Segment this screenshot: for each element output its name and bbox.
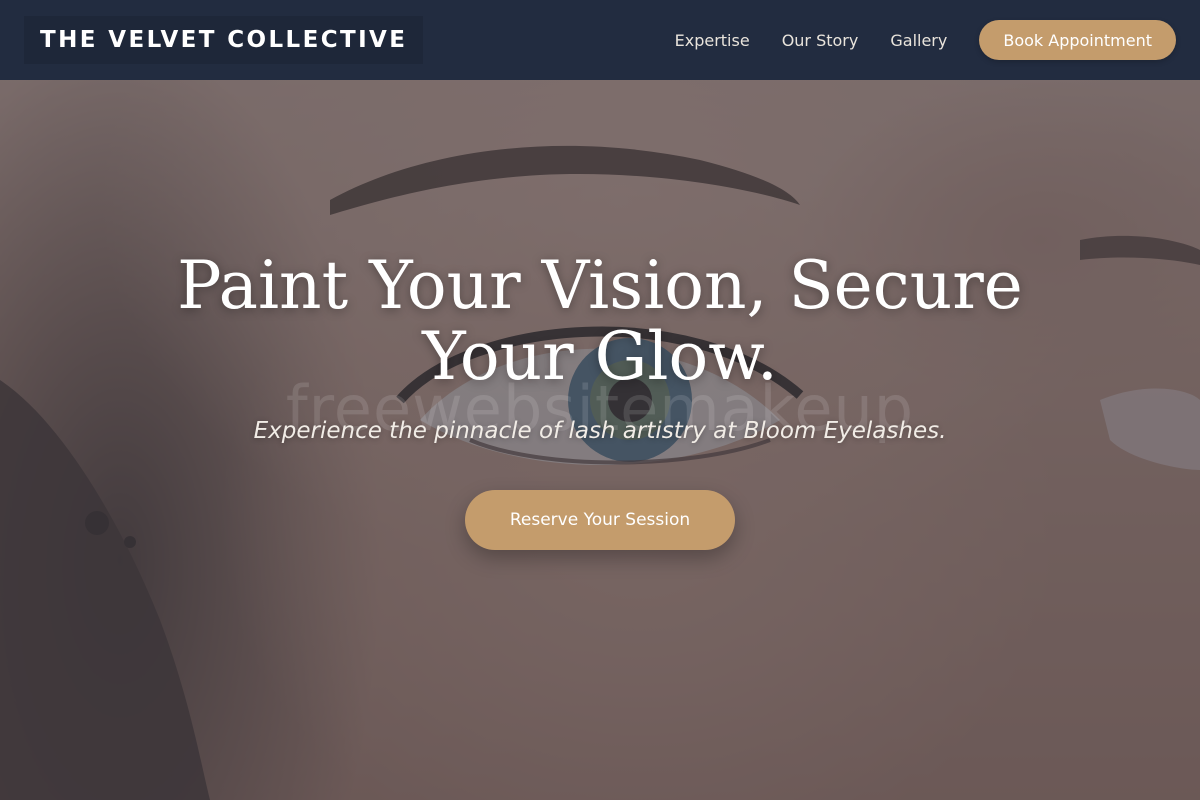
hero-title: Paint Your Vision, Secure Your Glow. (150, 250, 1050, 392)
nav-link-expertise[interactable]: Expertise (675, 31, 750, 50)
nav-link-our-story[interactable]: Our Story (782, 31, 859, 50)
main-nav: Expertise Our Story Gallery Book Appoint… (675, 20, 1176, 60)
brand-logo[interactable]: THE VELVET COLLECTIVE (24, 16, 424, 64)
hero-title-line-1: Paint Your Vision, Secure (177, 247, 1023, 324)
reserve-session-button[interactable]: Reserve Your Session (465, 490, 735, 550)
hero-title-line-2: Your Glow. (422, 318, 778, 395)
book-appointment-button[interactable]: Book Appointment (979, 20, 1176, 60)
site-header: THE VELVET COLLECTIVE Expertise Our Stor… (0, 0, 1200, 80)
nav-link-gallery[interactable]: Gallery (890, 31, 947, 50)
page: THE VELVET COLLECTIVE Expertise Our Stor… (0, 0, 1200, 800)
hero-section: freewebsitemakeup Paint Your Vision, Sec… (0, 80, 1200, 800)
hero-subtitle: Experience the pinnacle of lash artistry… (253, 418, 947, 444)
